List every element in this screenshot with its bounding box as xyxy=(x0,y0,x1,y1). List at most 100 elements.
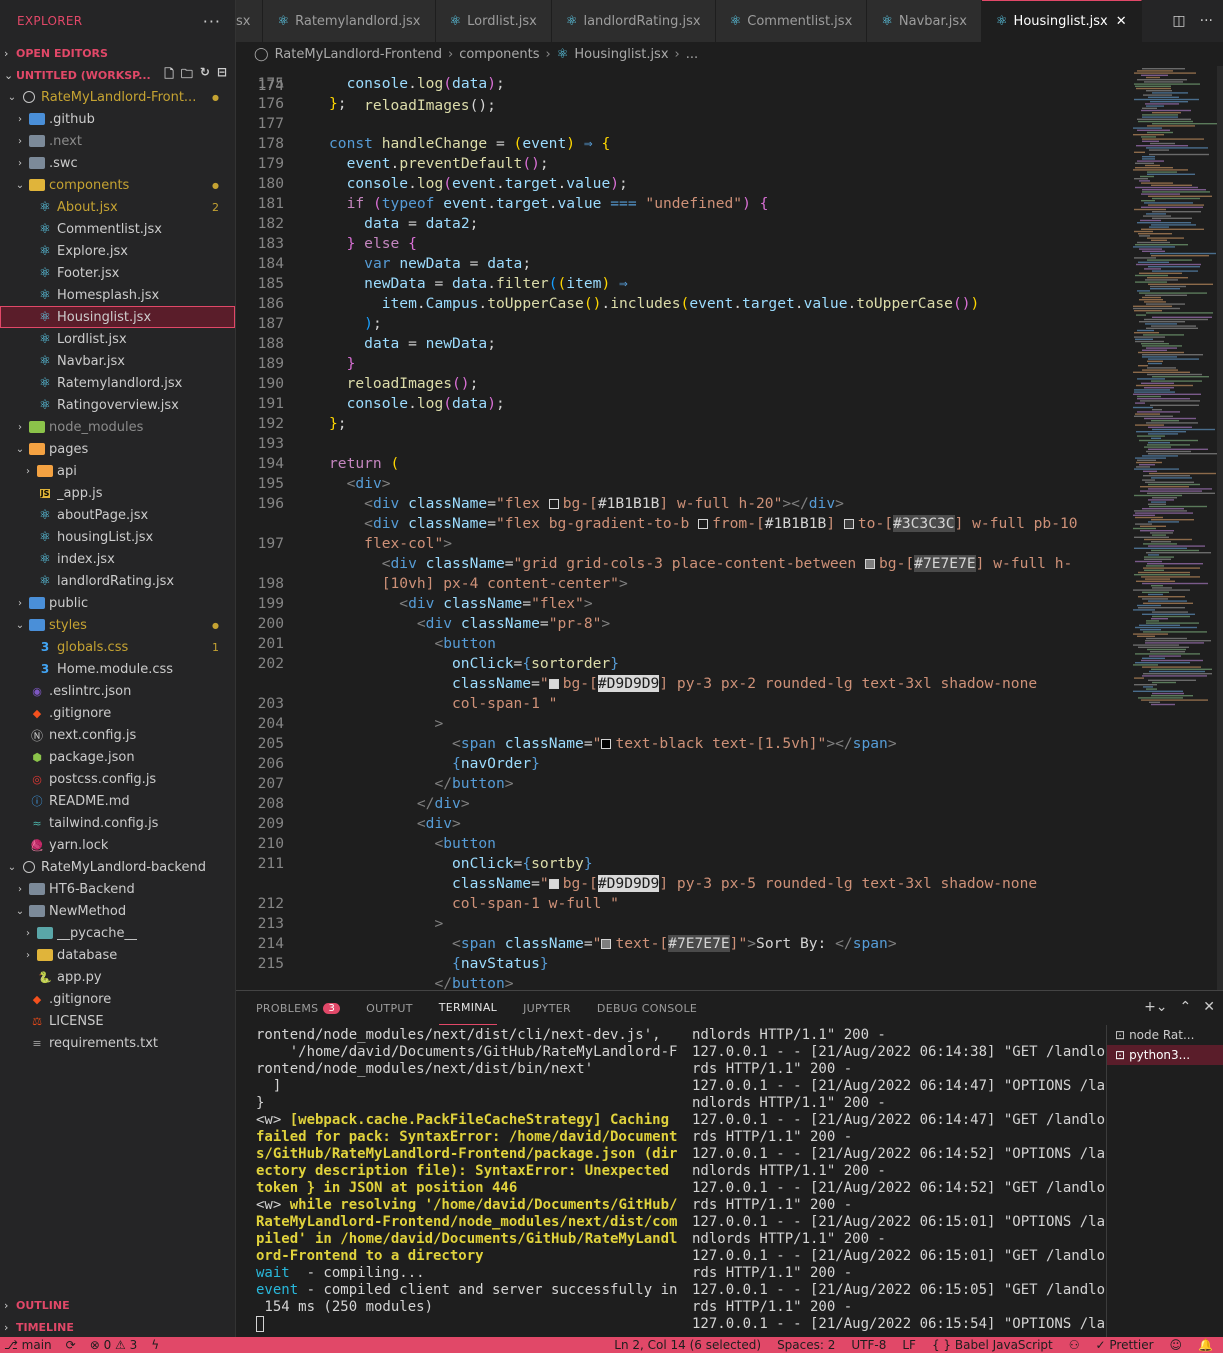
folder-icon xyxy=(29,441,45,457)
tree-item[interactable]: › __pycache__ xyxy=(0,922,235,944)
feedback-icon[interactable]: ☺ xyxy=(1170,1338,1183,1352)
terminal-item-python[interactable]: ⊡ python3... xyxy=(1107,1045,1223,1065)
tree-item[interactable]: ⚛ Footer.jsx xyxy=(0,262,235,284)
tab-terminal[interactable]: TERMINAL xyxy=(438,991,498,1025)
editor-tab[interactable]: sx xyxy=(236,0,264,42)
tree-item[interactable]: ⚛ Homesplash.jsx xyxy=(0,284,235,306)
tree-item[interactable]: ⌄ pages xyxy=(0,438,235,460)
new-terminal-icon[interactable]: +⌄ xyxy=(1144,999,1167,1015)
editor-tab[interactable]: ⚛ Ratemylandlord.jsx xyxy=(263,0,436,42)
close-tab-icon[interactable]: ✕ xyxy=(1116,14,1127,29)
tree-item[interactable]: ⌄ RateMyLandlord-Front... ● xyxy=(0,86,235,108)
tree-item[interactable]: ⌄ RateMyLandlord-backend xyxy=(0,856,235,878)
vertical-scrollbar[interactable] xyxy=(1217,66,1223,990)
breadcrumb-more[interactable]: ... xyxy=(686,47,698,62)
tab-output[interactable]: OUTPUT xyxy=(366,991,413,1025)
tree-item[interactable]: › database xyxy=(0,944,235,966)
branch-indicator[interactable]: ⎇ main xyxy=(4,1338,52,1352)
editor-tab[interactable]: ⚛ Commentlist.jsx xyxy=(715,0,868,42)
tree-item[interactable]: ⚛ index.jsx xyxy=(0,548,235,570)
tree-item[interactable]: 🐍 app.py xyxy=(0,966,235,988)
terminal-line: rds HTTP/1.1" 200 - xyxy=(692,1197,853,1213)
tree-item[interactable]: ≡ requirements.txt xyxy=(0,1032,235,1054)
close-panel-icon[interactable]: ✕ xyxy=(1203,999,1215,1015)
indentation[interactable]: Spaces: 2 xyxy=(777,1338,835,1352)
tree-item[interactable]: › .next xyxy=(0,130,235,152)
tree-item[interactable]: › public xyxy=(0,592,235,614)
copilot-icon[interactable]: ⚇ xyxy=(1069,1338,1080,1352)
tree-item[interactable]: ⌄ NewMethod xyxy=(0,900,235,922)
code-text: return ( xyxy=(329,455,400,472)
timeline-section[interactable]: › TIMELINE xyxy=(0,1316,235,1337)
new-file-icon[interactable]: 🗋 xyxy=(164,65,174,86)
tree-item[interactable]: › HT6-Backend xyxy=(0,878,235,900)
tree-item[interactable]: 🧶 yarn.lock xyxy=(0,834,235,856)
tab-problems[interactable]: PROBLEMS 3 xyxy=(256,991,341,1025)
tree-item[interactable]: ⚛ aboutPage.jsx xyxy=(0,504,235,526)
tree-item[interactable]: ⚛ About.jsx 2 xyxy=(0,196,235,218)
tree-item[interactable]: ≈ tailwind.config.js xyxy=(0,812,235,834)
tree-item[interactable]: ⚛ Ratingoverview.jsx xyxy=(0,394,235,416)
tree-item[interactable]: ◉ .eslintrc.json xyxy=(0,680,235,702)
outline-section[interactable]: › OUTLINE xyxy=(0,1294,235,1316)
tree-item[interactable]: ◆ .gitignore xyxy=(0,988,235,1010)
tree-item[interactable]: ⚛ Navbar.jsx xyxy=(0,350,235,372)
language-mode[interactable]: { } Babel JavaScript xyxy=(932,1338,1053,1352)
minimap-line xyxy=(1134,336,1165,338)
editor-tab[interactable]: ⚛ Navbar.jsx xyxy=(867,0,982,42)
tree-item[interactable]: ⌄ components ● xyxy=(0,174,235,196)
tab-debug-console[interactable]: DEBUG CONSOLE xyxy=(597,991,697,1025)
refresh-icon[interactable]: ↻ xyxy=(200,65,210,86)
code-editor[interactable]: 174 reloadImages(); 175 console.log(data… xyxy=(236,66,1223,990)
prettier-status[interactable]: ✓ Prettier xyxy=(1096,1338,1154,1352)
tree-item[interactable]: ⓘ README.md xyxy=(0,790,235,812)
terminal-output-left[interactable]: rontend/node_modules/next/dist/cli/next-… xyxy=(256,1027,677,1334)
more-actions-icon[interactable]: ··· xyxy=(1200,13,1213,29)
new-folder-icon[interactable]: 🗀 xyxy=(181,65,193,86)
tree-item[interactable]: ⌄ styles ● xyxy=(0,614,235,636)
more-actions-icon[interactable]: ··· xyxy=(203,12,221,31)
tree-item[interactable]: ⚛ Explore.jsx xyxy=(0,240,235,262)
workspace-section[interactable]: ⌄ UNTITLED (WORKSP... 🗋 🗀 ↻ ⊟ xyxy=(0,64,235,86)
tree-item[interactable]: › api xyxy=(0,460,235,482)
tree-item[interactable]: › node_modules xyxy=(0,416,235,438)
tree-item[interactable]: Ⓝnext.config.js xyxy=(0,724,235,746)
bell-icon[interactable]: 🔔 xyxy=(1198,1338,1213,1352)
line-ending[interactable]: LF xyxy=(902,1338,916,1352)
maximize-panel-icon[interactable]: ⌃ xyxy=(1180,999,1192,1015)
cursor-position[interactable]: Ln 2, Col 14 (6 selected) xyxy=(614,1338,761,1352)
tab-label: landlordRating.jsx xyxy=(583,13,701,29)
editor-tab[interactable]: ⚛ Housinglist.jsx ✕ xyxy=(981,0,1142,42)
tree-item[interactable]: ◆ .gitignore xyxy=(0,702,235,724)
tree-item[interactable]: ⬢ package.json xyxy=(0,746,235,768)
tree-item[interactable]: ◎ postcss.config.js xyxy=(0,768,235,790)
tree-item[interactable]: 3 Home.module.css xyxy=(0,658,235,680)
breadcrumb-file[interactable]: Housinglist.jsx xyxy=(574,47,668,62)
tree-item[interactable]: ⚛ Housinglist.jsx xyxy=(0,306,235,328)
terminal-item-node[interactable]: ⊡ node Rat... xyxy=(1107,1025,1223,1045)
open-editors-section[interactable]: › OPEN EDITORS xyxy=(0,42,235,64)
collapse-all-icon[interactable]: ⊟ xyxy=(217,65,227,86)
split-editor-icon[interactable]: ◫ xyxy=(1172,13,1185,29)
tree-item[interactable]: ⚛ Commentlist.jsx xyxy=(0,218,235,240)
lightning-icon[interactable]: ϟ xyxy=(151,1338,159,1352)
tab-jupyter[interactable]: JUPYTER xyxy=(523,991,571,1025)
editor-tab[interactable]: ⚛ Lordlist.jsx xyxy=(435,0,552,42)
tree-item[interactable]: 3 globals.css 1 xyxy=(0,636,235,658)
breadcrumb-root[interactable]: RateMyLandlord-Frontend xyxy=(275,47,442,62)
editor-tab[interactable]: ⚛ landlordRating.jsx xyxy=(551,0,716,42)
encoding[interactable]: UTF-8 xyxy=(851,1338,886,1352)
tree-item[interactable]: JS _app.js xyxy=(0,482,235,504)
minimap[interactable] xyxy=(1125,66,1223,990)
tree-item[interactable]: ⚛ Lordlist.jsx xyxy=(0,328,235,350)
terminal-output-right[interactable]: ndlords HTTP/1.1" 200 - 127.0.0.1 - - [2… xyxy=(692,1027,1105,1333)
problems-indicator[interactable]: ⊗ 0 ⚠ 3 xyxy=(90,1338,138,1352)
tree-item[interactable]: › .swc xyxy=(0,152,235,174)
tree-item[interactable]: ⚛ Ratemylandlord.jsx xyxy=(0,372,235,394)
sync-icon[interactable]: ⟳ xyxy=(66,1338,76,1352)
tree-item[interactable]: › .github xyxy=(0,108,235,130)
tree-item[interactable]: ⚖ LICENSE xyxy=(0,1010,235,1032)
tree-item[interactable]: ⚛ landlordRating.jsx xyxy=(0,570,235,592)
tree-item[interactable]: ⚛ housingList.jsx xyxy=(0,526,235,548)
breadcrumb-folder[interactable]: components xyxy=(459,47,539,62)
